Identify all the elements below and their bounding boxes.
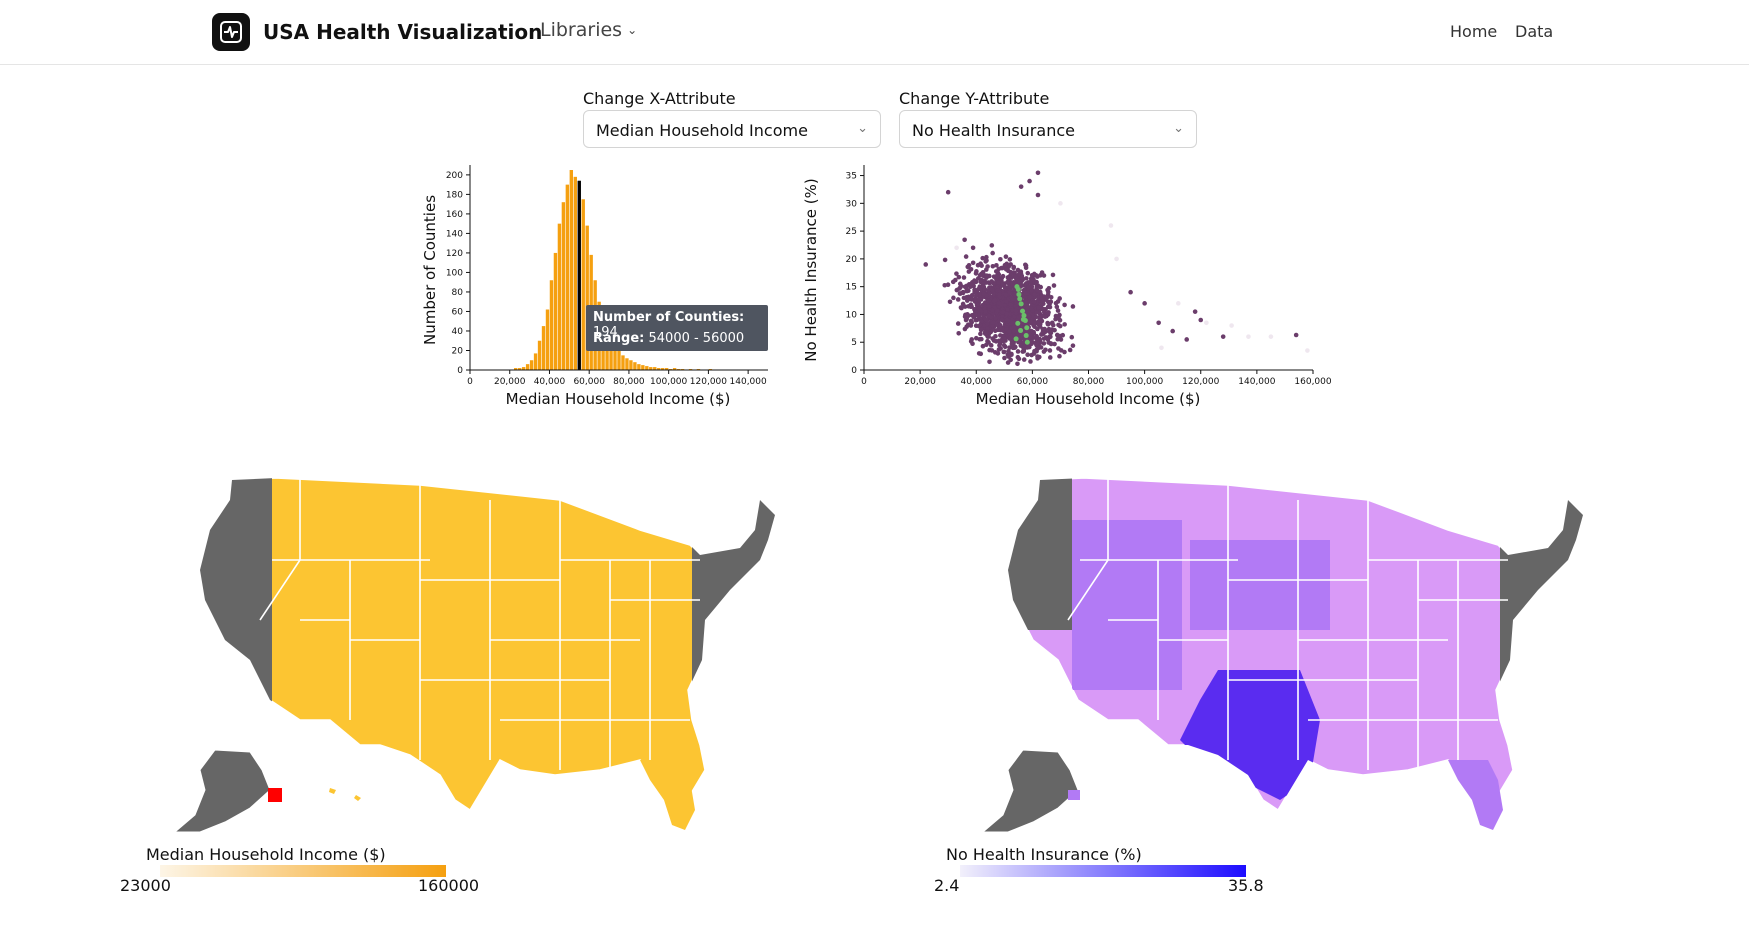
income-legend-title: Median Household Income ($) (146, 845, 386, 864)
income-legend-min: 23000 (120, 876, 171, 895)
insurance-legend-max: 35.8 (1228, 876, 1264, 895)
insurance-legend-title: No Health Insurance (%) (946, 845, 1142, 864)
insurance-legend-gradient (960, 865, 1246, 877)
income-legend-max: 160000 (418, 876, 480, 895)
highlighted-county[interactable] (268, 788, 282, 802)
income-legend-gradient (160, 865, 446, 877)
insurance-choropleth-map[interactable] (981, 470, 1590, 833)
maps-layer (173, 470, 1590, 833)
insurance-legend-min: 2.4 (934, 876, 960, 895)
income-choropleth-map[interactable] (173, 470, 782, 833)
